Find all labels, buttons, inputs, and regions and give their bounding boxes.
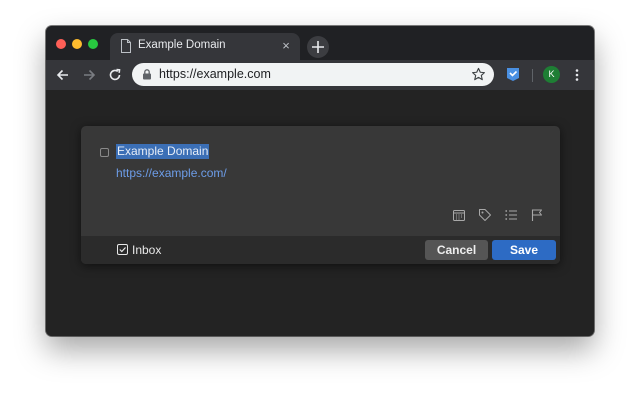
lock-icon	[143, 69, 151, 80]
star-icon[interactable]	[471, 67, 486, 82]
inbox-checkbox-icon	[117, 244, 128, 255]
profile-avatar[interactable]: K	[543, 66, 560, 83]
more-vertical-icon[interactable]	[569, 67, 585, 83]
cancel-button[interactable]: Cancel	[425, 240, 488, 260]
url-text[interactable]: https://example.com	[159, 67, 271, 81]
browser-window: Example Domain × https://example.com K E…	[46, 26, 594, 336]
toolbar-divider	[532, 69, 533, 82]
page-content: Example Domain https://example.com/ Inbo…	[46, 90, 594, 336]
list-icon[interactable]	[504, 208, 518, 222]
tab-strip: Example Domain ×	[46, 26, 594, 60]
window-maximize-button[interactable]	[88, 39, 98, 49]
flag-icon[interactable]	[530, 208, 544, 222]
window-close-button[interactable]	[56, 39, 66, 49]
task-title-input[interactable]: Example Domain	[116, 144, 210, 159]
calendar-icon[interactable]	[452, 208, 466, 222]
reload-icon[interactable]	[106, 66, 124, 84]
task-url-link[interactable]: https://example.com/	[116, 166, 227, 180]
back-arrow-icon[interactable]	[54, 66, 72, 84]
tag-icon[interactable]	[478, 208, 492, 222]
browser-toolbar: https://example.com K	[46, 60, 594, 90]
project-selector[interactable]: Inbox	[132, 243, 161, 257]
browser-tab[interactable]: Example Domain ×	[110, 33, 300, 60]
new-tab-button[interactable]	[307, 36, 329, 58]
save-button[interactable]: Save	[492, 240, 556, 260]
document-icon	[121, 39, 131, 53]
task-checkbox[interactable]	[100, 148, 109, 157]
window-minimize-button[interactable]	[72, 39, 82, 49]
tab-close-icon[interactable]: ×	[278, 38, 294, 54]
address-bar[interactable]: https://example.com	[132, 63, 494, 86]
dialog-footer: Inbox Cancel Save	[81, 236, 560, 264]
todoist-icon[interactable]	[506, 67, 520, 82]
forward-arrow-icon[interactable]	[80, 66, 98, 84]
tab-title: Example Domain	[138, 39, 226, 51]
quick-add-dialog: Example Domain https://example.com/ Inbo…	[81, 126, 560, 264]
plus-icon	[312, 41, 324, 53]
